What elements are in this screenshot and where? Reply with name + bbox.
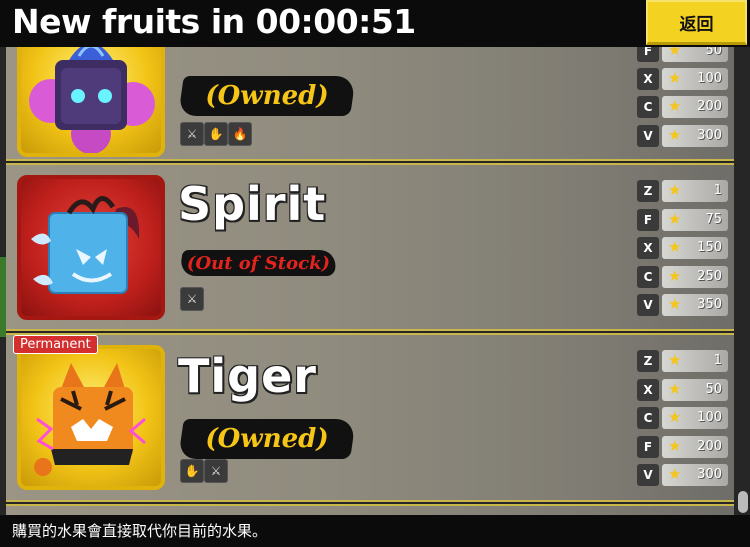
cost-value: 50 xyxy=(705,382,722,397)
star-icon: ★ xyxy=(668,238,682,256)
cost-value: 1 xyxy=(713,353,722,368)
move-row: F ★ 75 xyxy=(637,209,729,231)
move-cost: ★ 350 xyxy=(662,294,728,316)
fruit-list[interactable]: (Owned) ⚔ ✋ 🔥 F ★ 50 X ★ 100 C ★ 200 V ★ 300 xyxy=(0,47,750,515)
flame-icon: 🔥 xyxy=(228,122,252,146)
move-key: F xyxy=(637,47,659,62)
cost-value: 150 xyxy=(697,240,722,255)
restock-timer: New fruits in 00:00:51 xyxy=(12,2,416,41)
move-row: X ★ 50 xyxy=(637,379,729,401)
move-row: V ★ 300 xyxy=(637,464,729,486)
cost-value: 100 xyxy=(697,410,722,425)
status-label: (Owned) xyxy=(205,81,329,111)
status-out-of-stock: (Out of Stock) xyxy=(179,250,338,276)
cost-value: 1 xyxy=(713,183,722,198)
move-row: C ★ 200 xyxy=(637,96,729,118)
star-icon: ★ xyxy=(668,267,682,285)
move-key: V xyxy=(637,464,659,486)
move-key: F xyxy=(637,436,659,458)
move-row: C ★ 250 xyxy=(637,266,729,288)
move-cost: ★ 50 xyxy=(662,379,728,401)
move-key: C xyxy=(637,266,659,288)
move-row: F ★ 50 xyxy=(637,47,729,62)
move-cost: ★ 1 xyxy=(662,350,728,372)
move-cost: ★ 1 xyxy=(662,180,728,202)
move-row: V ★ 350 xyxy=(637,294,729,316)
move-key: C xyxy=(637,96,659,118)
sword-icon: ⚔ xyxy=(204,459,228,483)
move-key: Z xyxy=(637,180,659,202)
status-label: (Out of Stock) xyxy=(186,252,331,274)
move-row: Z ★ 1 xyxy=(637,180,729,202)
beast-claw-icon: ✋ xyxy=(180,459,204,483)
scrollbar-thumb[interactable] xyxy=(738,491,748,513)
star-icon: ★ xyxy=(668,351,682,369)
move-key: F xyxy=(637,209,659,231)
cost-value: 300 xyxy=(697,128,722,143)
spirit-fruit-icon xyxy=(17,175,165,320)
top-bar: New fruits in 00:00:51 返回 xyxy=(0,0,750,47)
fruit-card-next[interactable] xyxy=(6,504,734,515)
beast-claw-icon: ✋ xyxy=(204,122,228,146)
move-key: X xyxy=(637,68,659,90)
cost-value: 250 xyxy=(697,269,722,284)
cost-value: 100 xyxy=(697,71,722,86)
move-cost: ★ 100 xyxy=(662,407,728,429)
cost-value: 200 xyxy=(697,439,722,454)
move-key: C xyxy=(637,407,659,429)
move-cost: ★ 100 xyxy=(662,68,728,90)
sword-icon: ⚔ xyxy=(180,122,204,146)
star-icon: ★ xyxy=(668,47,682,59)
status-owned: (Owned) xyxy=(178,76,356,116)
status-label: (Owned) xyxy=(205,424,329,454)
star-icon: ★ xyxy=(668,465,682,483)
fruit-card-tiger[interactable]: Permanent Tiger (Owned) ✋ ⚔ Z ★ 1 X ★ 50 C… xyxy=(6,333,734,502)
move-key: X xyxy=(637,379,659,401)
move-key: Z xyxy=(637,350,659,372)
move-cost: ★ 200 xyxy=(662,96,728,118)
star-icon: ★ xyxy=(668,408,682,426)
permanent-badge: Permanent xyxy=(13,335,98,354)
tiger-fruit-icon xyxy=(17,345,165,490)
back-button[interactable]: 返回 xyxy=(646,0,747,45)
move-cost: ★ 300 xyxy=(662,464,728,486)
fruit-name: Spirit xyxy=(178,177,327,231)
move-cost: ★ 300 xyxy=(662,125,728,147)
move-cost: ★ 150 xyxy=(662,237,728,259)
status-owned: (Owned) xyxy=(178,419,356,459)
cost-value: 350 xyxy=(697,297,722,312)
move-row: F ★ 200 xyxy=(637,436,729,458)
fruit-card-gas[interactable]: (Owned) ⚔ ✋ 🔥 F ★ 50 X ★ 100 C ★ 200 V ★ 300 xyxy=(6,47,734,161)
star-icon: ★ xyxy=(668,210,682,228)
move-row: X ★ 100 xyxy=(637,68,729,90)
move-key: V xyxy=(637,125,659,147)
star-icon: ★ xyxy=(668,380,682,398)
move-row: C ★ 100 xyxy=(637,407,729,429)
move-key: X xyxy=(637,237,659,259)
cost-value: 75 xyxy=(705,212,722,227)
star-icon: ★ xyxy=(668,126,682,144)
footer-note: 購買的水果會直接取代你目前的水果。 xyxy=(0,515,750,547)
move-row: X ★ 150 xyxy=(637,237,729,259)
fruit-card-spirit[interactable]: Spirit (Out of Stock) ⚔ Z ★ 1 F ★ 75 X ★ 15… xyxy=(6,163,734,331)
star-icon: ★ xyxy=(668,437,682,455)
move-cost: ★ 75 xyxy=(662,209,728,231)
star-icon: ★ xyxy=(668,69,682,87)
move-cost: ★ 50 xyxy=(662,47,728,62)
star-icon: ★ xyxy=(668,181,682,199)
move-row: Z ★ 1 xyxy=(637,350,729,372)
star-icon: ★ xyxy=(668,295,682,313)
star-icon: ★ xyxy=(668,97,682,115)
sword-icon: ⚔ xyxy=(180,287,204,311)
move-cost: ★ 200 xyxy=(662,436,728,458)
cost-value: 50 xyxy=(705,47,722,58)
gas-fruit-icon xyxy=(17,47,165,157)
cost-value: 200 xyxy=(697,99,722,114)
move-key: V xyxy=(637,294,659,316)
move-cost: ★ 250 xyxy=(662,266,728,288)
move-row: V ★ 300 xyxy=(637,125,729,147)
cost-value: 300 xyxy=(697,467,722,482)
fruit-name: Tiger xyxy=(178,349,317,403)
